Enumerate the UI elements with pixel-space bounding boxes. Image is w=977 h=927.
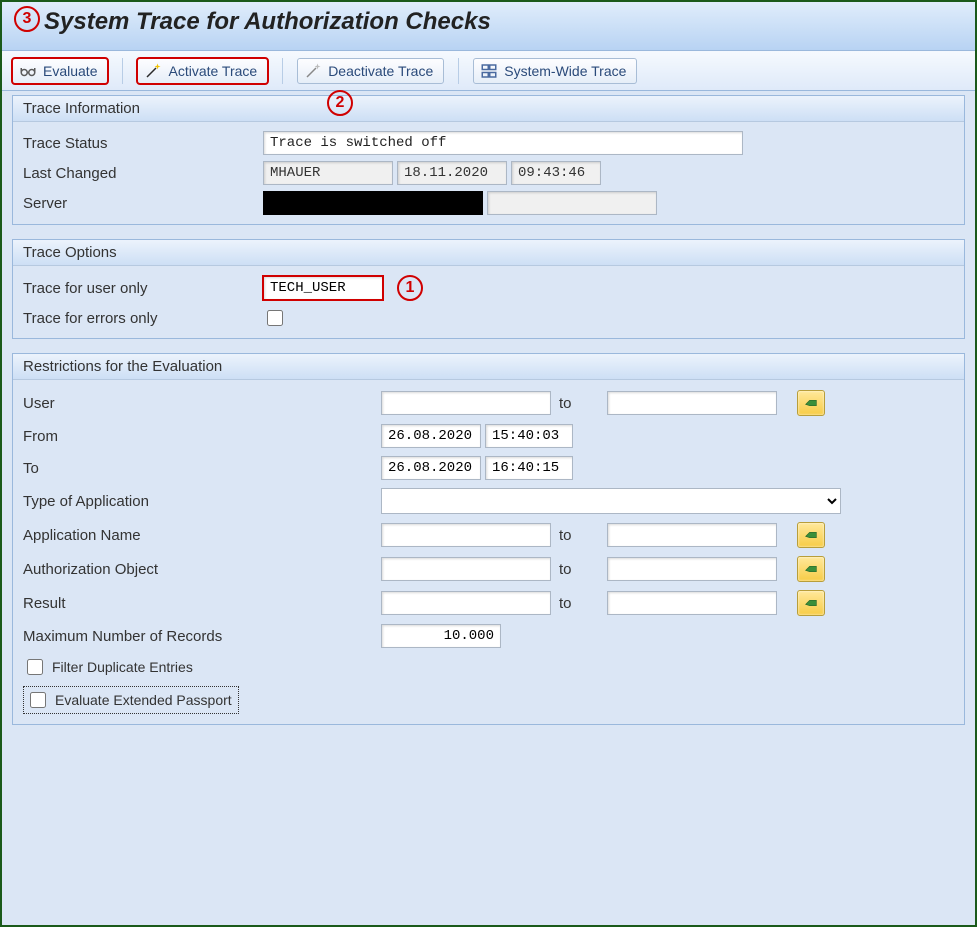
authorization-object-to-input[interactable] [607,557,777,581]
toolbar: Evaluate Activate Trace Deactivate Trace… [2,51,975,91]
to-label: to [559,595,599,612]
toolbar-separator [458,58,459,84]
type-of-application-select[interactable] [381,488,841,514]
to-range-label: To [23,460,373,477]
deactivate-trace-label: Deactivate Trace [328,63,433,79]
trace-errors-only-checkbox[interactable] [267,310,283,326]
last-changed-time: 09:43:46 [511,161,601,185]
system-wide-trace-label: System-Wide Trace [504,63,626,79]
activate-trace-button[interactable]: Activate Trace [137,58,268,84]
deactivate-trace-button[interactable]: Deactivate Trace [297,58,444,84]
last-changed-label: Last Changed [23,165,263,182]
trace-user-only-input[interactable] [263,276,383,300]
application-name-multi-select-button[interactable] [797,522,825,548]
system-wide-trace-button[interactable]: System-Wide Trace [473,58,637,84]
restrictions-group: Restrictions for the Evaluation User to … [12,353,965,725]
application-name-label: Application Name [23,527,373,544]
filter-duplicate-checkbox[interactable] [27,659,43,675]
wand-deactivate-icon [304,62,322,80]
from-label: From [23,428,373,445]
type-of-application-label: Type of Application [23,493,373,510]
trace-status-value: Trace is switched off [263,131,743,155]
page-title: System Trace for Authorization Checks [18,8,959,36]
wand-activate-icon [144,62,162,80]
trace-options-header: Trace Options [13,240,964,266]
toolbar-separator [122,58,123,84]
evaluate-button[interactable]: Evaluate [12,58,108,84]
result-to-input[interactable] [607,591,777,615]
last-changed-user: MHAUER [263,161,393,185]
result-multi-select-button[interactable] [797,590,825,616]
trace-information-header: Trace Information [13,96,964,122]
application-name-to-input[interactable] [607,523,777,547]
evaluate-passport-label: Evaluate Extended Passport [55,692,232,708]
from-date-input[interactable] [381,424,481,448]
activate-trace-label: Activate Trace [168,63,257,79]
server-label: Server [23,195,263,212]
authorization-object-multi-select-button[interactable] [797,556,825,582]
result-label: Result [23,595,373,612]
trace-information-group: Trace Information Trace Status Trace is … [12,95,965,225]
to-label: to [559,395,599,412]
result-from-input[interactable] [381,591,551,615]
annotation-3: 3 [14,6,40,32]
server-value-extra [487,191,657,215]
glasses-icon [19,62,37,80]
trace-user-only-label: Trace for user only [23,280,263,297]
to-label: to [559,527,599,544]
trace-options-group: Trace Options Trace for user only 1 Trac… [12,239,965,339]
restrictions-header: Restrictions for the Evaluation [13,354,964,380]
server-value-redacted [263,191,483,215]
user-multi-select-button[interactable] [797,390,825,416]
authorization-object-label: Authorization Object [23,561,373,578]
max-records-input[interactable] [381,624,501,648]
evaluate-passport-focus: Evaluate Extended Passport [23,686,239,714]
application-name-from-input[interactable] [381,523,551,547]
annotation-1: 1 [397,275,423,301]
from-time-input[interactable] [485,424,573,448]
user-label: User [23,395,373,412]
title-bar: 3 System Trace for Authorization Checks [2,2,975,51]
evaluate-label: Evaluate [43,63,97,79]
last-changed-date: 18.11.2020 [397,161,507,185]
content-area: Trace Information Trace Status Trace is … [2,91,975,925]
to-label: to [559,561,599,578]
app-window: 3 System Trace for Authorization Checks … [0,0,977,927]
annotation-2: 2 [327,90,353,116]
toolbar-separator [282,58,283,84]
max-records-label: Maximum Number of Records [23,628,373,645]
authorization-object-from-input[interactable] [381,557,551,581]
trace-status-label: Trace Status [23,135,263,152]
servers-icon [480,62,498,80]
filter-duplicate-label: Filter Duplicate Entries [52,659,193,675]
to-date-input[interactable] [381,456,481,480]
trace-errors-only-label: Trace for errors only [23,310,263,327]
evaluate-passport-checkbox[interactable] [30,692,46,708]
to-time-input[interactable] [485,456,573,480]
user-from-input[interactable] [381,391,551,415]
user-to-input[interactable] [607,391,777,415]
